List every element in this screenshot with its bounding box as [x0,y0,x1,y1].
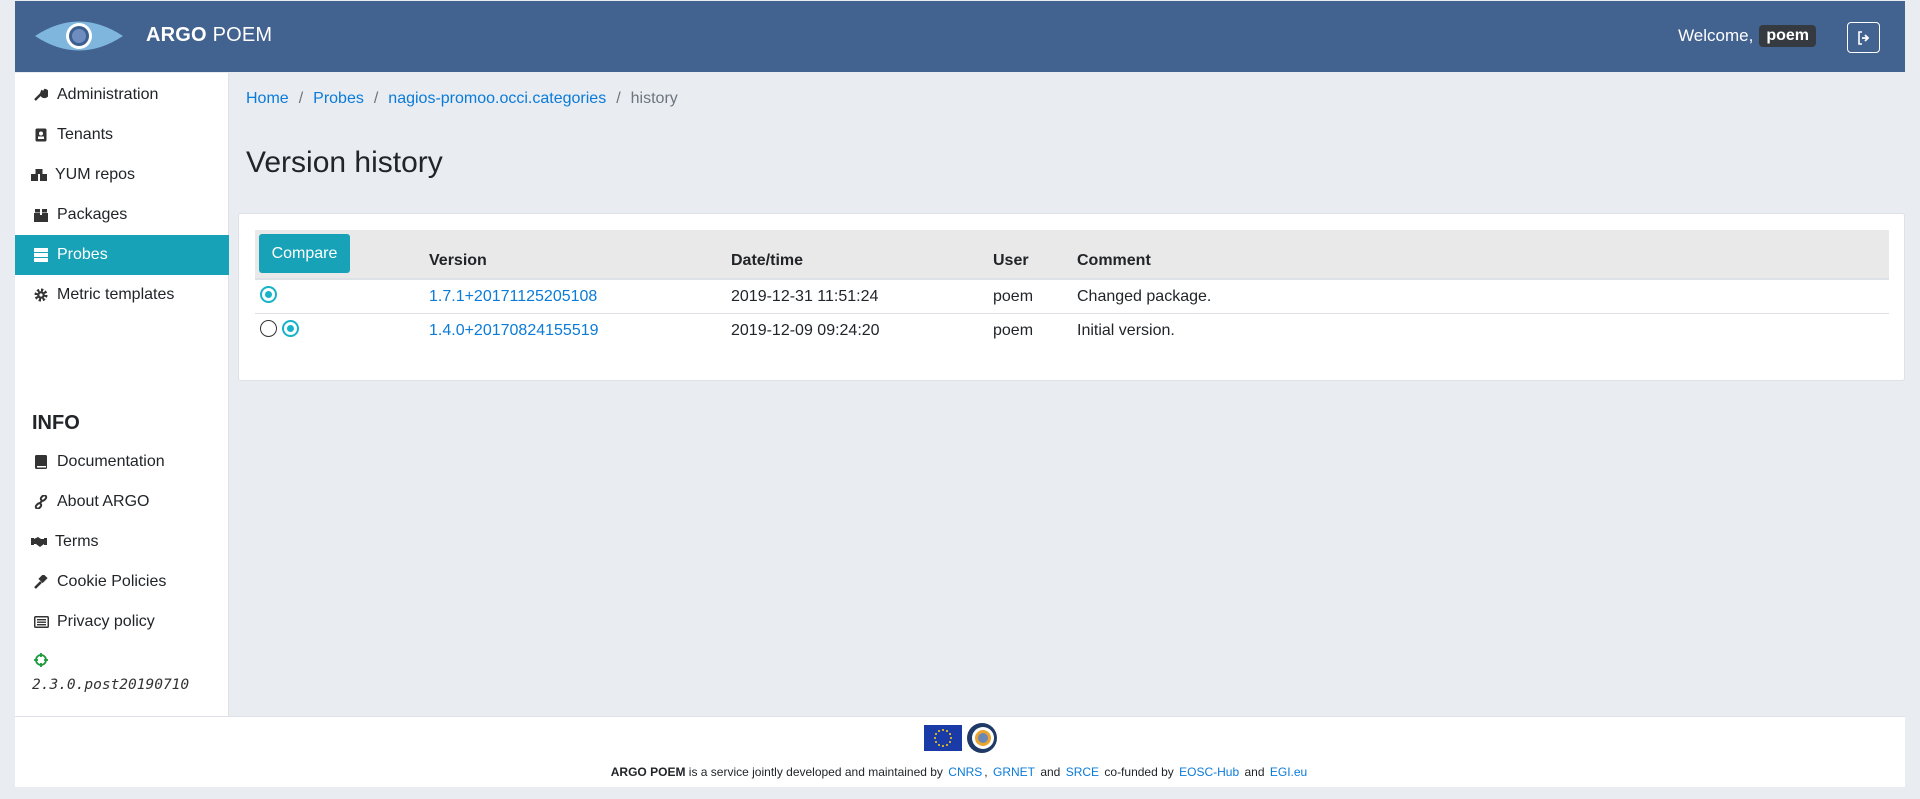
version-history-table: Compare Version Date/time User Comment 1… [255,230,1889,348]
breadcrumb-home[interactable]: Home [246,90,289,108]
footer-text: is a service jointly developed and maint… [688,765,943,779]
footer-text: and [1244,765,1265,779]
footer-link-eosc-hub[interactable]: EOSC-Hub [1179,765,1239,779]
sidebar-item-administration[interactable]: Administration [15,75,229,115]
row-user: poem [993,322,1034,339]
sidebar-item-documentation[interactable]: Documentation [15,442,229,482]
column-header-comment: Comment [1077,252,1151,269]
wrench-icon [33,87,49,103]
version-link[interactable]: 1.4.0+20170824155519 [429,322,599,340]
eosc-logo [967,723,997,753]
eu-flag-logo [924,725,962,751]
sign-out-icon [1857,30,1869,45]
welcome-label: Welcome, [1678,26,1754,45]
sidebar-item-yum-repos[interactable]: YUM repos [15,155,229,195]
logout-button[interactable] [1847,22,1880,53]
sidebar-item-tenants[interactable]: Tenants [15,115,229,155]
table-row: 1.7.1+20171125205108 2019-12-31 11:51:24… [255,280,1889,314]
column-header-version: Version [429,252,487,269]
breadcrumb-separator: / [298,90,304,107]
sidebar-item-label: Tenants [57,126,114,143]
sidebar-item-probes[interactable]: Probes [15,235,229,275]
app-version: 2.3.0.post20190710 [32,677,190,693]
box-icon [33,207,49,223]
sidebar: Administration Tenants YUM repos Package… [15,73,229,716]
handshake-icon [31,534,47,550]
sidebar-item-terms[interactable]: Terms [15,522,229,562]
breadcrumb-current: history [630,90,678,107]
breadcrumb-separator: / [373,90,379,107]
boxes-icon [31,167,47,183]
sidebar-item-label: Terms [55,533,99,550]
compare-radio-old[interactable] [282,320,299,337]
sidebar-item-label: About ARGO [57,493,150,510]
brand-rest: POEM [212,24,273,46]
sidebar-item-privacy-policy[interactable]: Privacy policy [15,602,229,642]
column-header-user: User [993,252,1029,269]
username-badge: poem [1759,25,1816,47]
footer-brand: ARGO POEM [610,765,686,779]
breadcrumb-probes[interactable]: Probes [313,90,364,108]
breadcrumb-probe-name[interactable]: nagios-promoo.occi.categories [388,90,606,108]
footer-credits: ARGO POEM is a service jointly developed… [15,765,1905,779]
table-row: 1.4.0+20170824155519 2019-12-09 09:24:20… [255,314,1889,348]
info-section-title: INFO [32,412,80,434]
footer-link-srce[interactable]: SRCE [1066,765,1099,779]
sidebar-item-metric-templates[interactable]: Metric templates [15,275,229,315]
row-datetime: 2019-12-09 09:24:20 [731,322,880,339]
version-history-card: Compare Version Date/time User Comment 1… [238,213,1905,381]
sidebar-item-label: Packages [57,206,128,223]
sidebar-item-label: YUM repos [55,166,136,183]
table-header: Compare Version Date/time User Comment [255,230,1889,280]
sidebar-item-packages[interactable]: Packages [15,195,229,235]
column-header-datetime: Date/time [731,252,804,269]
sidebar-item-label: Privacy policy [57,613,155,630]
brand-bold: ARGO [146,24,207,46]
server-icon [33,247,49,263]
footer-text: co-funded by [1104,765,1174,779]
cog-icon [33,287,49,303]
argo-eye-logo[interactable] [33,13,125,59]
sidebar-item-label: Metric templates [57,286,175,303]
welcome-area: Welcome, poem [1678,25,1816,47]
top-navbar: ARGO POEM Welcome, poem [15,1,1905,72]
compare-radio-new[interactable] [260,320,277,337]
sidebar-item-about-argo[interactable]: About ARGO [15,482,229,522]
page-title: Version history [246,146,443,179]
book-icon [33,454,49,470]
crosshairs-icon [34,653,48,667]
list-alt-icon [33,614,49,630]
sidebar-item-label: Probes [57,246,108,263]
id-badge-icon [33,127,49,143]
breadcrumb: Home / Probes / nagios-promoo.occi.categ… [246,90,678,108]
sidebar-item-label: Documentation [57,453,165,470]
link-icon [33,494,49,510]
row-comment: Changed package. [1077,288,1212,305]
row-comment: Initial version. [1077,322,1175,339]
sidebar-item-cookie-policies[interactable]: Cookie Policies [15,562,229,602]
footer: ARGO POEM is a service jointly developed… [15,716,1905,787]
footer-link-egi[interactable]: EGI.eu [1270,765,1307,779]
gavel-icon [33,574,49,590]
brand-title[interactable]: ARGO POEM [146,24,272,47]
breadcrumb-separator: / [616,90,621,107]
footer-text: and [1040,765,1061,779]
footer-comma: , [984,765,988,779]
row-user: poem [993,288,1034,305]
compare-button[interactable]: Compare [259,234,350,273]
sidebar-item-label: Administration [57,86,159,103]
row-datetime: 2019-12-31 11:51:24 [731,288,879,305]
version-link[interactable]: 1.7.1+20171125205108 [429,288,597,306]
footer-link-grnet[interactable]: GRNET [993,765,1035,779]
compare-radio-new[interactable] [260,286,277,303]
footer-link-cnrs[interactable]: CNRS [948,765,982,779]
sidebar-item-label: Cookie Policies [57,573,167,590]
